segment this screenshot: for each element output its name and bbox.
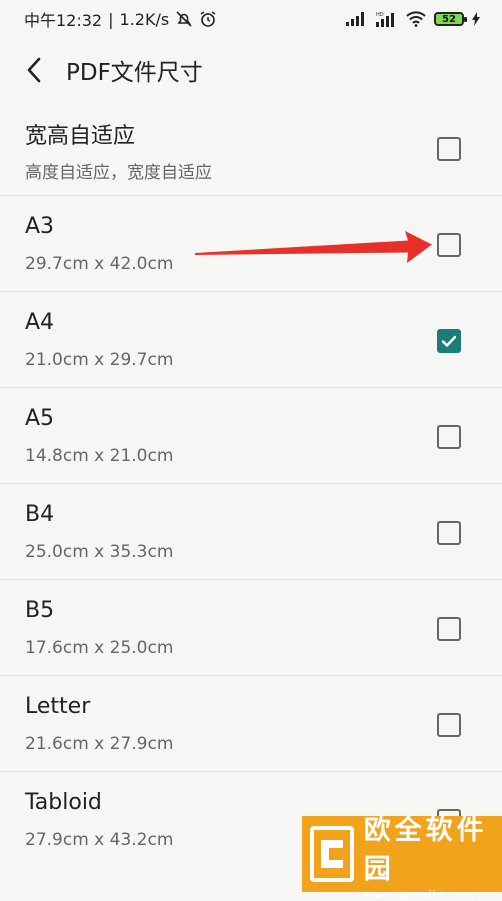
option-row-auto[interactable]: 宽高自适应 高度自适应，宽度自适应 <box>0 100 502 196</box>
option-title: A4 <box>25 310 55 335</box>
battery-level: 52 <box>442 13 456 25</box>
option-subtitle: 27.9cm x 43.2cm <box>25 830 174 850</box>
option-title: Letter <box>25 694 91 719</box>
option-subtitle: 29.7cm x 42.0cm <box>25 254 174 274</box>
watermark-url: www.apoujin.com <box>363 887 476 901</box>
watermark-logo-icon <box>310 826 354 882</box>
option-title: B4 <box>25 502 55 527</box>
option-title: Tabloid <box>25 790 102 815</box>
status-bar: 中午12:32 | 1.2K/s HD 52 <box>0 0 502 38</box>
option-title: A5 <box>25 406 55 431</box>
option-row-a3[interactable]: A3 29.7cm x 42.0cm <box>0 196 502 292</box>
option-row-b4[interactable]: B4 25.0cm x 35.3cm <box>0 484 502 580</box>
option-subtitle: 25.0cm x 35.3cm <box>25 542 174 562</box>
checkbox[interactable] <box>437 617 461 641</box>
status-time: 中午12:32 <box>24 11 103 30</box>
option-row-letter[interactable]: Letter 21.6cm x 27.9cm <box>0 676 502 772</box>
option-subtitle: 21.0cm x 29.7cm <box>25 350 174 370</box>
svg-text:HD: HD <box>376 12 384 18</box>
back-button[interactable] <box>14 50 54 90</box>
option-title: 宽高自适应 <box>25 124 136 149</box>
chevron-left-icon <box>27 57 41 83</box>
checkmark-icon <box>441 335 457 347</box>
option-subtitle: 21.6cm x 27.9cm <box>25 734 174 754</box>
alarm-clock-icon <box>199 10 217 28</box>
watermark-name: 欧全软件园 <box>363 814 488 885</box>
checkbox[interactable] <box>437 137 461 161</box>
option-row-a5[interactable]: A5 14.8cm x 21.0cm <box>0 388 502 484</box>
option-title: A3 <box>25 214 55 239</box>
signal-icon <box>346 12 368 26</box>
app-header: PDF文件尺寸 <box>0 44 502 96</box>
option-subtitle: 17.6cm x 25.0cm <box>25 638 174 658</box>
option-row-a4[interactable]: A4 21.0cm x 29.7cm <box>0 292 502 388</box>
checkbox-checked[interactable] <box>437 329 461 353</box>
option-subtitle: 高度自适应，宽度自适应 <box>25 163 212 183</box>
option-title: B5 <box>25 598 55 623</box>
watermark-banner: 欧全软件园 www.apoujin.com <box>302 815 502 901</box>
pdf-size-list: 宽高自适应 高度自适应，宽度自适应 A3 29.7cm x 42.0cm A4 … <box>0 100 502 868</box>
status-divider: | <box>108 9 114 29</box>
network-speed: 1.2K/s <box>119 9 170 29</box>
option-row-b5[interactable]: B5 17.6cm x 25.0cm <box>0 580 502 676</box>
wifi-icon <box>406 11 426 27</box>
checkbox[interactable] <box>437 521 461 545</box>
battery-icon: 52 <box>434 12 467 26</box>
hd-signal-icon: HD <box>376 11 398 27</box>
charging-bolt-icon <box>472 12 480 26</box>
mute-bell-icon <box>175 10 193 28</box>
checkbox[interactable] <box>437 425 461 449</box>
option-subtitle: 14.8cm x 21.0cm <box>25 446 174 466</box>
checkbox[interactable] <box>437 233 461 257</box>
checkbox[interactable] <box>437 713 461 737</box>
page-title: PDF文件尺寸 <box>66 60 203 86</box>
